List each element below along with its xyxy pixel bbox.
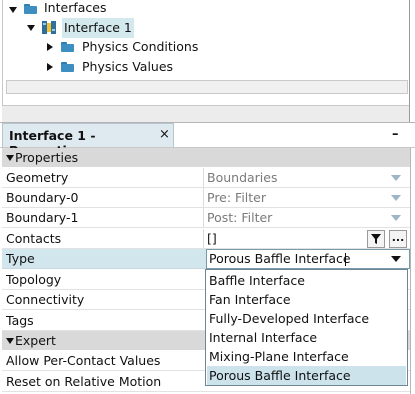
dropdown-arrow-icon[interactable]	[391, 215, 401, 221]
filter-button[interactable]	[367, 230, 385, 248]
dropdown-arrow-icon[interactable]	[391, 256, 401, 262]
property-value: Pre: Filter	[207, 190, 267, 205]
type-dropdown-list[interactable]: Baffle Interface Fan Interface Fully-Dev…	[205, 269, 408, 386]
close-icon[interactable]: ×	[159, 127, 170, 142]
expand-arrow-icon[interactable]	[9, 7, 17, 13]
dropdown-option-mixing-plane-interface[interactable]: Mixing-Plane Interface	[207, 347, 406, 366]
dropdown-option-fan-interface[interactable]: Fan Interface	[207, 290, 406, 309]
property-row-boundary-1[interactable]: Boundary-1 Post: Filter	[2, 208, 411, 228]
property-name: Geometry	[6, 170, 69, 185]
column-divider	[203, 168, 204, 187]
property-value: Post: Filter	[207, 210, 273, 225]
ellipsis-button[interactable]: ...	[389, 230, 407, 248]
property-name: Contacts	[6, 231, 62, 246]
expand-arrow-icon[interactable]	[27, 25, 35, 31]
collapse-arrow-icon[interactable]	[47, 43, 53, 51]
tree-footer	[2, 105, 410, 123]
property-name: Boundary-1	[6, 210, 79, 225]
type-select-value: Porous Baffle Interface	[209, 251, 351, 266]
column-divider	[203, 208, 204, 227]
property-name: Allow Per-Contact Values	[6, 353, 161, 368]
property-row-contacts[interactable]: Contacts []	[2, 229, 411, 249]
section-properties[interactable]: Properties	[2, 148, 411, 167]
folder-icon	[61, 42, 74, 52]
properties-tab-strip: Interface 1 - Properties × –	[0, 123, 415, 158]
property-name: Tags	[6, 313, 34, 328]
folder-icon	[61, 62, 74, 72]
collapse-arrow-icon[interactable]	[47, 63, 53, 71]
tree-item-label: Interfaces	[44, 0, 107, 15]
tree-border	[2, 0, 3, 122]
horizontal-scrollbar[interactable]	[6, 80, 408, 94]
object-tree: Interfaces Interface 1 Physics Condition…	[0, 0, 415, 123]
property-value: Boundaries	[207, 170, 278, 185]
property-name: Type	[6, 251, 35, 266]
section-label: Properties	[15, 150, 79, 165]
minimize-icon[interactable]: –	[392, 127, 399, 142]
interface-icon	[42, 20, 56, 35]
dropdown-option-porous-baffle-interface[interactable]: Porous Baffle Interface	[207, 366, 406, 385]
filter-icon	[371, 234, 381, 244]
dropdown-arrow-icon[interactable]	[391, 195, 401, 201]
text-caret	[345, 253, 346, 266]
dropdown-option-internal-interface[interactable]: Internal Interface	[207, 328, 406, 347]
property-row-geometry[interactable]: Geometry Boundaries	[2, 168, 411, 188]
property-value: []	[207, 231, 217, 246]
tree-border	[409, 0, 410, 122]
dropdown-option-baffle-interface[interactable]: Baffle Interface	[207, 271, 406, 290]
property-row-boundary-0[interactable]: Boundary-0 Pre: Filter	[2, 188, 411, 208]
property-name: Topology	[6, 272, 62, 287]
folder-icon	[24, 4, 37, 14]
collapse-arrow-icon[interactable]	[6, 338, 14, 344]
dropdown-arrow-icon[interactable]	[391, 175, 401, 181]
tree-item-label: Interface 1	[62, 18, 134, 38]
property-name: Boundary-0	[6, 190, 79, 205]
dropdown-option-fully-developed-interface[interactable]: Fully-Developed Interface	[207, 309, 406, 328]
collapse-arrow-icon[interactable]	[6, 155, 14, 161]
column-divider	[203, 188, 204, 207]
section-label: Expert	[15, 333, 56, 348]
panel-border	[410, 148, 411, 394]
type-select[interactable]: Porous Baffle Interface	[206, 249, 410, 269]
property-name: Reset on Relative Motion	[6, 374, 162, 389]
tree-item-label: Physics Values	[82, 59, 174, 74]
tree-item-label: Physics Conditions	[82, 39, 199, 54]
tab-interface-1-properties[interactable]: Interface 1 - Properties ×	[2, 123, 174, 158]
column-divider	[203, 229, 204, 248]
property-name: Connectivity	[6, 292, 85, 307]
